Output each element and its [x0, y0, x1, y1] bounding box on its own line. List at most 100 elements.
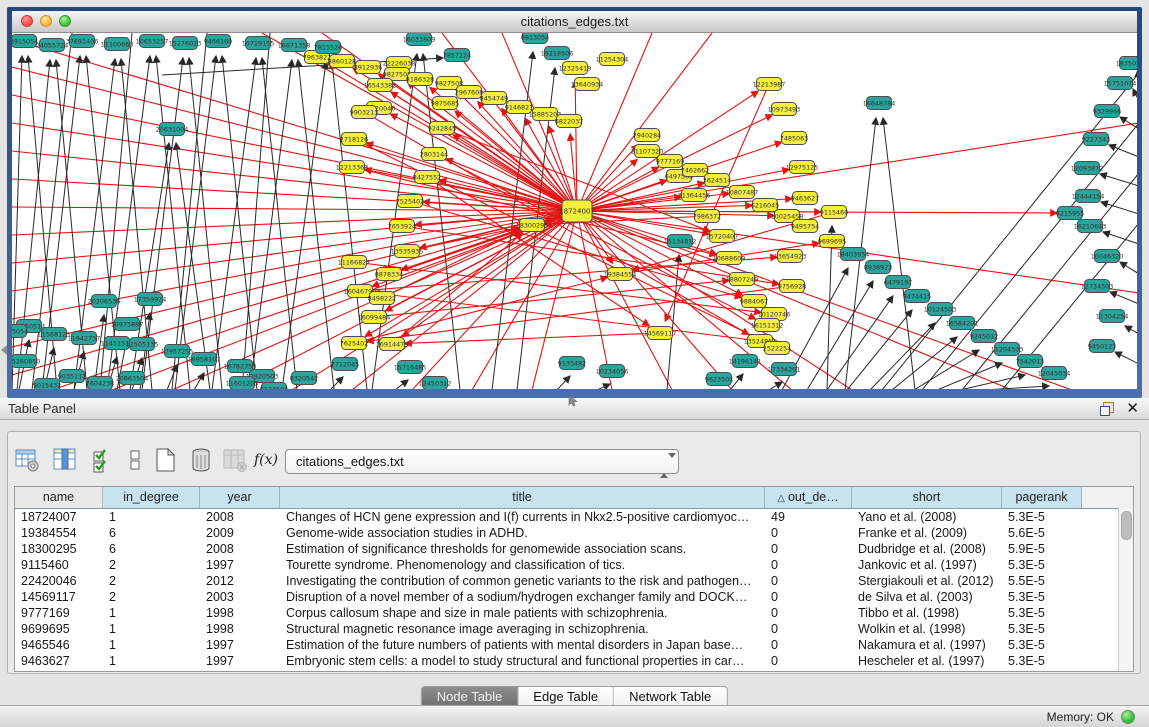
graph-node[interactable]: 7986372: [693, 210, 721, 223]
graph-node[interactable]: 3624514: [703, 174, 731, 187]
cell-in_degree[interactable]: 1: [103, 621, 200, 637]
graph-node[interactable]: 12505135: [126, 338, 159, 351]
cell-year[interactable]: 1997: [200, 557, 280, 573]
cell-title[interactable]: Structural magnetic resonance image aver…: [280, 621, 765, 637]
graph-node[interactable]: 8215955: [1056, 207, 1084, 220]
graph-node[interactable]: 12444154: [1072, 190, 1105, 203]
graph-node[interactable]: 9756928: [778, 280, 806, 293]
graph-node[interactable]: 15134812: [664, 235, 697, 248]
graph-node[interactable]: 7625402: [340, 337, 368, 350]
graph-node[interactable]: 16210643: [1074, 220, 1107, 233]
graph-node[interactable]: 9242845: [428, 122, 456, 135]
cell-pagerank[interactable]: 5.6E-5: [1002, 525, 1082, 541]
graph-node[interactable]: 11942737: [68, 332, 101, 345]
table-vertical-scrollbar[interactable]: [1118, 508, 1133, 671]
graph-node[interactable]: 9450123: [1088, 340, 1116, 353]
graph-node[interactable]: 18807249: [726, 273, 759, 286]
cell-out_de[interactable]: 0: [765, 637, 852, 653]
cell-short[interactable]: Wolkin et al. (1998): [852, 621, 1002, 637]
graph-node[interactable]: 11166827: [338, 256, 371, 269]
cell-year[interactable]: 1998: [200, 621, 280, 637]
cell-short[interactable]: Nakamura et al. (1997): [852, 637, 1002, 653]
table-row[interactable]: 946362711997Embryonic stem cells: a mode…: [15, 653, 1133, 669]
graph-node[interactable]: 7653924: [388, 220, 416, 233]
float-panel-icon[interactable]: [1100, 402, 1114, 416]
graph-node[interactable]: 14569117: [644, 327, 677, 340]
close-panel-icon[interactable]: ✕: [1126, 402, 1139, 416]
graph-node[interactable]: 15716485: [394, 361, 427, 374]
graph-node[interactable]: 16033809: [403, 33, 436, 46]
graph-node[interactable]: 16584201: [946, 317, 979, 330]
column-visibility-icon[interactable]: [52, 447, 78, 473]
table-selector-dropdown[interactable]: citations_edges.txt: [285, 449, 679, 474]
graph-node[interactable]: 8878334: [375, 268, 403, 281]
cell-title[interactable]: Genome-wide association studies in ADHD.: [280, 525, 765, 541]
cell-pagerank[interactable]: 5.3E-5: [1002, 589, 1082, 605]
graph-node[interactable]: 9463627: [791, 192, 819, 205]
cell-in_degree[interactable]: 6: [103, 541, 200, 557]
cell-short[interactable]: Dudbridge et al. (2008): [852, 541, 1002, 557]
cell-name[interactable]: 9699695: [15, 621, 103, 637]
cell-title[interactable]: Estimation of the future numbers of pati…: [280, 637, 765, 653]
scrollbar-thumb[interactable]: [1121, 511, 1132, 540]
cell-year[interactable]: 2003: [200, 589, 280, 605]
graph-node[interactable]: 12450312: [419, 377, 452, 390]
table-settings-icon[interactable]: [14, 447, 40, 473]
graph-node[interactable]: 14196141: [729, 355, 762, 368]
graph-node[interactable]: 11304254: [1096, 310, 1129, 323]
cell-name[interactable]: 22420046: [15, 573, 103, 589]
cell-name[interactable]: 9115460: [15, 557, 103, 573]
cell-title[interactable]: Tourette syndrome. Phenomenology and cla…: [280, 557, 765, 573]
graph-node[interactable]: 16648784: [863, 97, 896, 110]
graph-node[interactable]: 7815526: [314, 41, 342, 54]
cell-year[interactable]: 1998: [200, 605, 280, 621]
checklist-icon[interactable]: [90, 447, 116, 473]
graph-node[interactable]: 7542013: [1016, 355, 1044, 368]
cell-short[interactable]: Yano et al. (2008): [852, 509, 1002, 525]
column-header-out_de[interactable]: △out_de…: [765, 487, 852, 508]
cell-title[interactable]: Corpus callosum shape and size in male p…: [280, 605, 765, 621]
table-row[interactable]: 1872400712008Changes of HCN gene express…: [15, 509, 1133, 525]
cell-in_degree[interactable]: 2: [103, 557, 200, 573]
trash-icon[interactable]: [188, 447, 214, 473]
graph-node[interactable]: 6822037: [555, 115, 583, 128]
graph-node[interactable]: 8115054: [12, 325, 28, 338]
graph-node[interactable]: 12213363: [336, 161, 369, 174]
network-window-titlebar[interactable]: citations_edges.txt: [12, 11, 1137, 33]
table-row[interactable]: 946554611997Estimation of the future num…: [15, 637, 1133, 653]
graph-node[interactable]: 11204503: [991, 343, 1024, 356]
column-header-in_degree[interactable]: in_degree: [103, 487, 200, 508]
cell-out_de[interactable]: 0: [765, 525, 852, 541]
graph-node[interactable]: 8912936: [354, 61, 382, 74]
zoom-window-icon[interactable]: [59, 15, 71, 27]
graph-node[interactable]: 7857224: [443, 49, 471, 62]
graph-node[interactable]: 11601203: [226, 377, 259, 390]
cell-year[interactable]: 2008: [200, 509, 280, 525]
graph-node[interactable]: 16914479: [376, 338, 409, 351]
cell-out_de[interactable]: 0: [765, 605, 852, 621]
cell-title[interactable]: Disruption of a novel member of a sodium…: [280, 589, 765, 605]
graph-node[interactable]: 25260850: [12, 355, 40, 368]
table-row[interactable]: 1830029562008Estimation of significance …: [15, 541, 1133, 557]
cell-in_degree[interactable]: 6: [103, 525, 200, 541]
cell-out_de[interactable]: 0: [765, 653, 852, 669]
graph-node[interactable]: 9623504: [705, 373, 733, 386]
graph-node[interactable]: 13654923: [774, 250, 807, 263]
cell-pagerank[interactable]: 5.3E-5: [1002, 621, 1082, 637]
graph-node[interactable]: 9466160: [204, 35, 232, 48]
graph-node[interactable]: 37691406: [66, 35, 99, 48]
table-row[interactable]: 2242004622012Investigating the contribut…: [15, 573, 1133, 589]
close-window-icon[interactable]: [21, 15, 33, 27]
graph-node[interactable]: 7485063: [780, 132, 808, 145]
graph-node[interactable]: 8186328: [406, 73, 434, 86]
graph-node[interactable]: 9227343: [1082, 133, 1110, 146]
graph-node[interactable]: 9124503: [260, 383, 288, 390]
graph-node[interactable]: 8860128: [328, 55, 356, 68]
cell-name[interactable]: 14569117: [15, 589, 103, 605]
graph-node[interactable]: 11568123: [38, 328, 71, 341]
graph-node[interactable]: 9875685: [431, 97, 459, 110]
graph-node[interactable]: 9884067: [740, 295, 768, 308]
cell-year[interactable]: 2008: [200, 541, 280, 557]
cell-in_degree[interactable]: 2: [103, 589, 200, 605]
graph-node[interactable]: 8427552: [413, 171, 441, 184]
